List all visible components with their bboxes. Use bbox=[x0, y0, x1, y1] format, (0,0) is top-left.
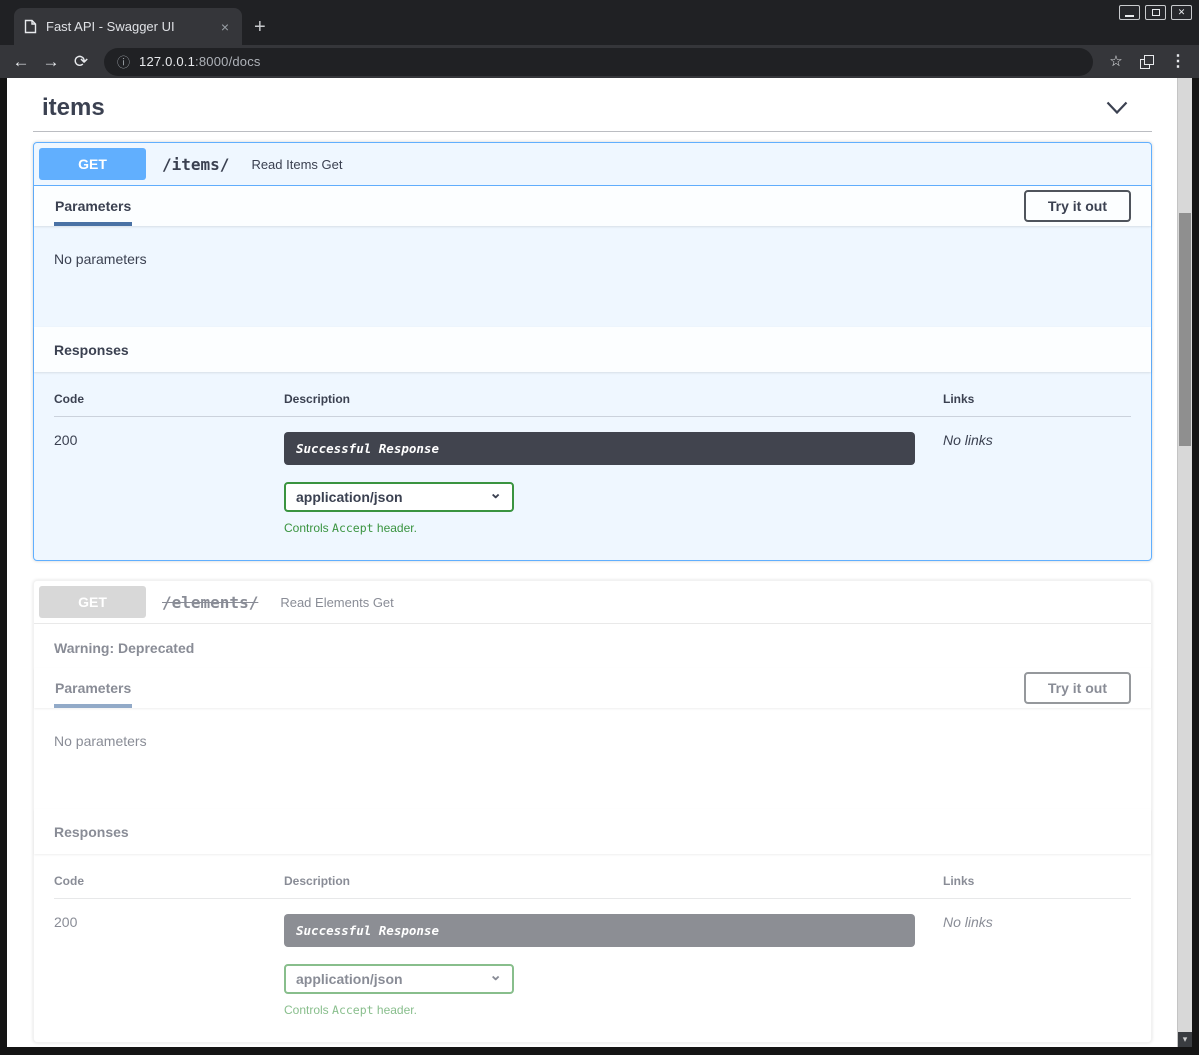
accept-note-prefix: Controls bbox=[284, 1003, 332, 1017]
tab-close-icon[interactable]: × bbox=[218, 19, 232, 35]
try-it-out-button[interactable]: Try it out bbox=[1024, 190, 1131, 222]
browser-menu-icon[interactable]: ⋮ bbox=[1163, 53, 1193, 70]
section-title: items bbox=[42, 94, 105, 122]
method-badge: GET bbox=[39, 148, 146, 180]
responses-body: Code Description Links 200 Successful Re… bbox=[34, 854, 1151, 1042]
endpoint-summary: Read Items Get bbox=[239, 157, 342, 172]
new-tab-button[interactable]: + bbox=[254, 17, 266, 37]
parameters-title: Parameters bbox=[55, 680, 131, 696]
parameters-title: Parameters bbox=[55, 198, 131, 214]
accept-header-note: Controls Accept header. bbox=[284, 1003, 915, 1017]
response-row-200: 200 Successful Response application/json… bbox=[54, 899, 1131, 1017]
try-it-out-button[interactable]: Try it out bbox=[1024, 672, 1131, 704]
window-minimize-button[interactable] bbox=[1119, 5, 1140, 20]
window-titlebar: Fast API - Swagger UI × + ✕ bbox=[0, 0, 1199, 45]
accept-note-suffix: header. bbox=[374, 1003, 417, 1017]
page-favicon-icon bbox=[24, 19, 37, 34]
responses-header: Responses bbox=[34, 327, 1151, 372]
url-path: :8000/docs bbox=[195, 54, 261, 69]
window-maximize-button[interactable] bbox=[1145, 5, 1166, 20]
items-section-header[interactable]: items bbox=[33, 78, 1152, 131]
deprecated-warning: Warning: Deprecated bbox=[34, 624, 1151, 668]
parameters-tab[interactable]: Parameters bbox=[54, 186, 132, 226]
section-divider bbox=[33, 131, 1152, 132]
page-scrollbar[interactable]: ▾ bbox=[1177, 78, 1192, 1047]
no-parameters-text: No parameters bbox=[54, 733, 147, 749]
code-column-header: Code bbox=[54, 874, 284, 888]
parameters-header: Parameters Try it out bbox=[34, 668, 1151, 708]
accept-note-suffix: header. bbox=[374, 521, 417, 535]
parameters-header: Parameters Try it out bbox=[34, 186, 1151, 226]
media-type-select[interactable]: application/json ⌄ bbox=[284, 964, 514, 994]
window-close-button[interactable]: ✕ bbox=[1171, 5, 1192, 20]
opblock-summary-items[interactable]: GET /items/ Read Items Get bbox=[34, 143, 1151, 186]
reload-button[interactable]: ⟳ bbox=[66, 53, 96, 70]
media-type-value: application/json bbox=[296, 489, 403, 505]
method-badge: GET bbox=[39, 586, 146, 618]
url-text: 127.0.0.1:8000/docs bbox=[139, 54, 261, 69]
browser-windows-icon[interactable] bbox=[1139, 55, 1155, 69]
select-chevron-icon: ⌄ bbox=[489, 971, 502, 981]
responses-title: Responses bbox=[54, 342, 129, 358]
response-description-box: Successful Response bbox=[284, 914, 915, 947]
opblock-get-elements-deprecated: GET /elements/ Read Elements Get Warning… bbox=[33, 580, 1152, 1043]
accept-note-code: Accept bbox=[332, 1003, 374, 1017]
parameters-tab[interactable]: Parameters bbox=[54, 668, 132, 708]
scrollbar-down-button[interactable]: ▾ bbox=[1178, 1032, 1192, 1047]
links-column-header: Links bbox=[943, 874, 1131, 888]
responses-table-header: Code Description Links bbox=[54, 392, 1131, 417]
browser-tab[interactable]: Fast API - Swagger UI × bbox=[14, 8, 242, 45]
swagger-page: items GET /items/ Read Items Get bbox=[7, 78, 1192, 1047]
endpoint-path: /items/ bbox=[156, 155, 229, 174]
address-bar[interactable]: ⓘ 127.0.0.1:8000/docs bbox=[104, 48, 1093, 76]
select-chevron-icon: ⌄ bbox=[489, 489, 502, 499]
window-controls: ✕ bbox=[1114, 5, 1192, 20]
minimize-icon bbox=[1125, 15, 1134, 17]
responses-table-header: Code Description Links bbox=[54, 874, 1131, 899]
browser-window: Fast API - Swagger UI × + ✕ ← → ⟳ ⓘ 127.… bbox=[0, 0, 1199, 1055]
bookmark-star-icon[interactable]: ☆ bbox=[1101, 53, 1131, 70]
back-button[interactable]: ← bbox=[6, 53, 36, 70]
description-column-header: Description bbox=[284, 874, 943, 888]
site-info-icon[interactable]: ⓘ bbox=[117, 52, 130, 71]
media-type-value: application/json bbox=[296, 971, 403, 987]
accept-note-code: Accept bbox=[332, 521, 374, 535]
response-code: 200 bbox=[54, 432, 284, 535]
responses-body: Code Description Links 200 Successful Re… bbox=[34, 372, 1151, 560]
description-column-header: Description bbox=[284, 392, 943, 406]
tab-title: Fast API - Swagger UI bbox=[46, 19, 209, 34]
response-code: 200 bbox=[54, 914, 284, 1017]
media-type-select[interactable]: application/json ⌄ bbox=[284, 482, 514, 512]
code-column-header: Code bbox=[54, 392, 284, 406]
parameters-body: No parameters bbox=[34, 708, 1151, 809]
url-host: 127.0.0.1 bbox=[139, 54, 195, 69]
page-wrap: items GET /items/ Read Items Get bbox=[0, 78, 1199, 1055]
accept-header-note: Controls Accept header. bbox=[284, 521, 915, 535]
links-column-header: Links bbox=[943, 392, 1131, 406]
opblock-get-items: GET /items/ Read Items Get Parameters Tr… bbox=[33, 142, 1152, 561]
scrollbar-thumb[interactable] bbox=[1179, 213, 1191, 446]
accept-note-prefix: Controls bbox=[284, 521, 332, 535]
section-chevron-down-icon[interactable] bbox=[1106, 101, 1128, 115]
response-description-box: Successful Response bbox=[284, 432, 915, 465]
parameters-body: No parameters bbox=[34, 226, 1151, 327]
browser-toolbar: ← → ⟳ ⓘ 127.0.0.1:8000/docs ☆ ⋮ bbox=[0, 45, 1199, 78]
forward-button[interactable]: → bbox=[36, 53, 66, 70]
maximize-icon bbox=[1152, 9, 1160, 16]
response-links: No links bbox=[943, 432, 1131, 535]
response-row-200: 200 Successful Response application/json… bbox=[54, 417, 1131, 535]
endpoint-path: /elements/ bbox=[156, 593, 258, 612]
opblock-summary-elements[interactable]: GET /elements/ Read Elements Get bbox=[34, 581, 1151, 624]
no-parameters-text: No parameters bbox=[54, 251, 147, 267]
responses-header: Responses bbox=[34, 809, 1151, 854]
responses-title: Responses bbox=[54, 824, 129, 840]
endpoint-summary: Read Elements Get bbox=[268, 595, 393, 610]
response-links: No links bbox=[943, 914, 1131, 1017]
